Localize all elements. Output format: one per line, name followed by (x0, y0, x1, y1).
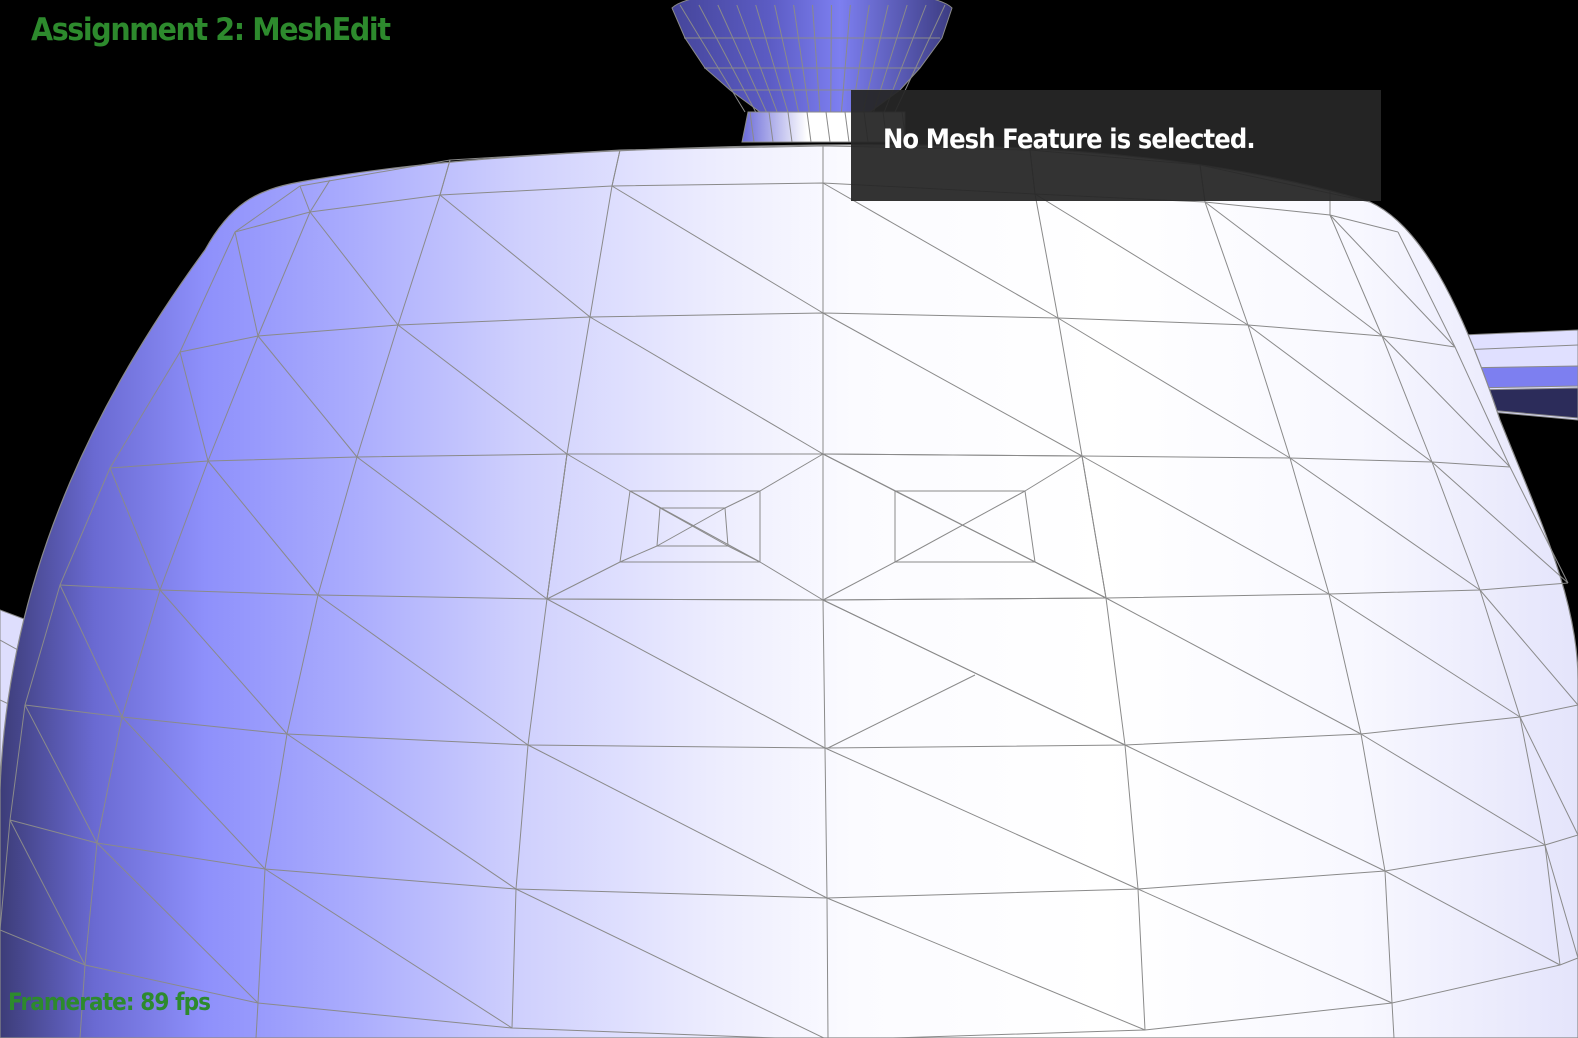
app-title: Assignment 2: MeshEdit (31, 12, 391, 48)
framerate-readout: Framerate: 89 fps (8, 988, 211, 1016)
selection-info-panel: No Mesh Feature is selected. (851, 90, 1381, 201)
mesh-viewport[interactable]: Assignment 2: MeshEdit No Mesh Feature i… (0, 0, 1578, 1038)
selection-info-text: No Mesh Feature is selected. (883, 124, 1256, 155)
teapot-body (0, 144, 1578, 1038)
